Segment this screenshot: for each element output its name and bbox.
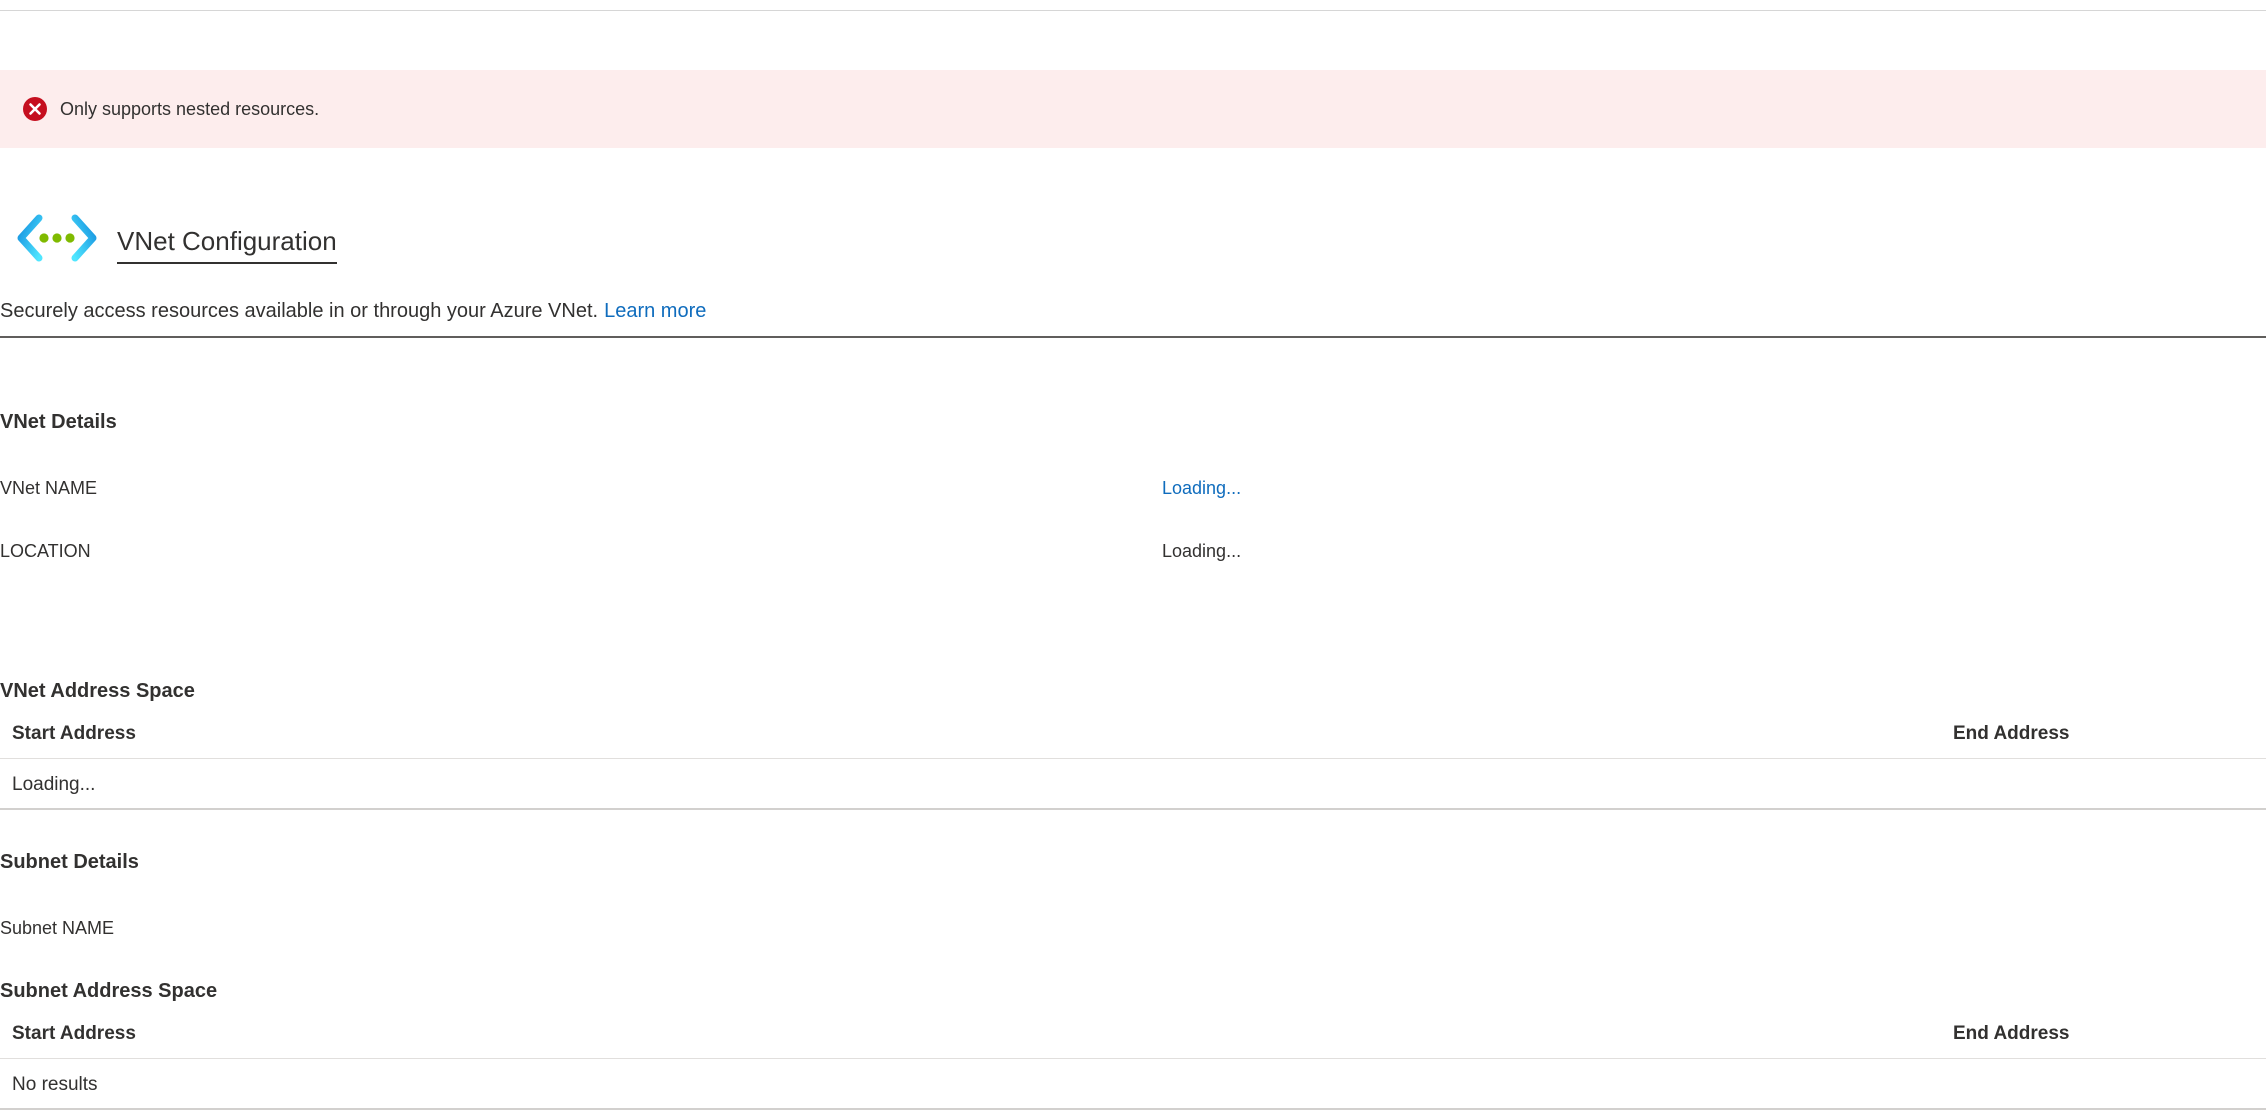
learn-more-link[interactable]: Learn more [604, 300, 706, 322]
start-address-column-header: Start Address [12, 723, 136, 744]
page-title: VNet Configuration [117, 224, 337, 264]
top-divider [0, 10, 2266, 11]
error-message: Only supports nested resources. [60, 99, 320, 119]
vnet-configuration-page: Only supports nested resources. VNet Con… [0, 0, 2266, 1116]
subnet-address-space-heading: Subnet Address Space [0, 980, 218, 1002]
error-banner: Only supports nested resources. [0, 70, 2266, 148]
subnet-address-row-text: No results [12, 1074, 98, 1095]
subnet-address-table-header: Start Address End Address [0, 1010, 2266, 1059]
start-address-column-header: Start Address [12, 1023, 136, 1044]
table-row: No results [0, 1060, 2266, 1110]
vnet-address-space-heading: VNet Address Space [0, 680, 195, 702]
location-value: Loading... [1162, 541, 1242, 561]
vnet-name-label: VNet NAME [0, 478, 98, 498]
description-divider [0, 336, 2266, 338]
description-text: Securely access resources available in o… [0, 300, 599, 322]
subnet-details-heading: Subnet Details [0, 851, 139, 873]
end-address-column-header: End Address [1953, 1023, 2070, 1044]
vnet-name-value[interactable]: Loading... [1162, 477, 1241, 499]
error-circle-icon [23, 97, 47, 121]
table-row: Loading... [0, 760, 2266, 810]
location-label: LOCATION [0, 541, 91, 561]
end-address-column-header: End Address [1953, 723, 2070, 744]
subnet-name-label: Subnet NAME [0, 918, 115, 938]
vnet-address-table-header: Start Address End Address [0, 710, 2266, 759]
vnet-address-row-text: Loading... [12, 774, 96, 795]
vnet-details-heading: VNet Details [0, 411, 117, 433]
virtual-network-icon [17, 214, 97, 262]
page-description: Securely access resources available in o… [0, 298, 706, 324]
